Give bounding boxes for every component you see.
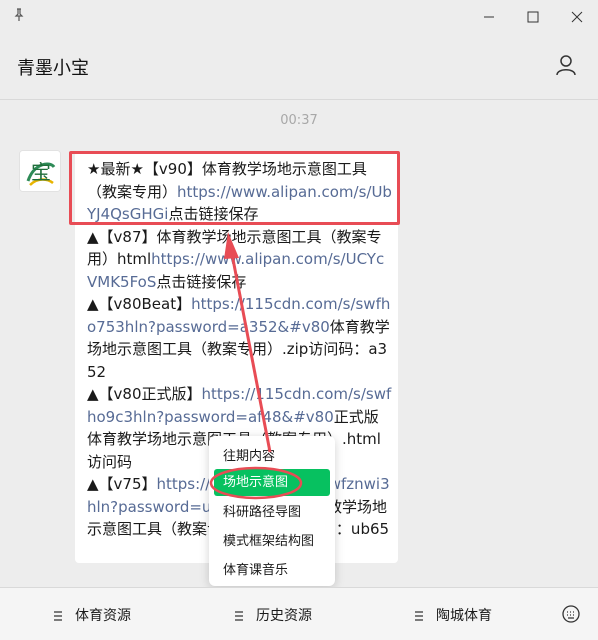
avatar[interactable]: 宝 <box>19 150 61 192</box>
context-menu: 往期内容 场地示意图科研路径导图 模式框架结构图 体育课音乐 <box>209 436 335 586</box>
pin-icon[interactable] <box>12 8 26 22</box>
avatar-logo-icon: 宝 <box>20 151 60 191</box>
menu-icon <box>54 611 62 621</box>
profile-icon[interactable] <box>554 53 578 77</box>
maximize-icon[interactable] <box>522 6 544 28</box>
menu-item[interactable]: 场地示意图 <box>214 469 330 496</box>
message-segment: 点击链接保存 <box>156 272 247 291</box>
menu-item[interactable]: 科研路径导图 <box>214 499 330 526</box>
message-segment: ▲【v80正式版】 <box>87 385 202 403</box>
highlight-box <box>69 151 400 225</box>
menu-icon <box>415 611 423 621</box>
menu-item[interactable]: 体育课音乐 <box>214 557 330 584</box>
menu-icon <box>235 611 243 621</box>
bottom-menu-bar: 体育资源 历史资源 陶城体育 <box>0 587 598 640</box>
message-segment: ▲【v80Beat】 <box>87 295 192 313</box>
close-icon[interactable] <box>566 6 588 28</box>
message-segment: ▲【v75】 <box>87 475 157 493</box>
bottom-tab-label: 历史资源 <box>256 608 312 624</box>
title-bar <box>0 0 598 34</box>
bottom-tab-label: 陶城体育 <box>436 608 492 624</box>
minimize-icon[interactable] <box>478 6 500 28</box>
chat-header: 青墨小宝 <box>0 34 598 100</box>
bottom-tab-label: 体育资源 <box>75 608 131 624</box>
menu-item[interactable]: 往期内容 <box>214 443 330 470</box>
keyboard-icon[interactable] <box>561 604 581 624</box>
menu-item[interactable]: 模式框架结构图 <box>214 528 330 555</box>
message-timestamp: 00:37 <box>280 113 318 128</box>
chat-title: 青墨小宝 <box>17 58 89 79</box>
svg-text:宝: 宝 <box>31 160 51 184</box>
